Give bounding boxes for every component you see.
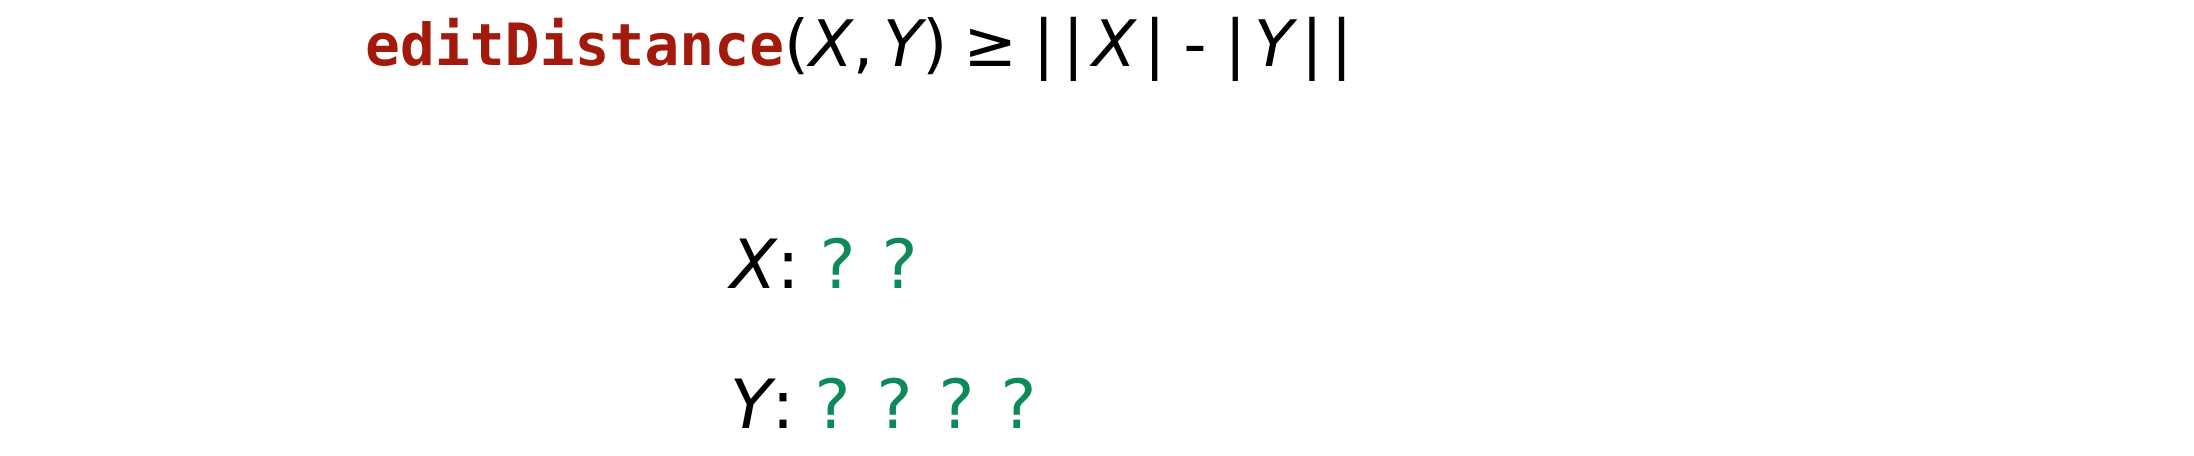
sequence-x: X : ? ? <box>730 220 920 310</box>
sequence-y-label: Y <box>730 365 772 445</box>
abs-bar-4: | <box>1301 8 1323 82</box>
sequence-y-symbols: ? ? ? ? <box>812 366 1038 445</box>
sequence-x-symbols: ? ? <box>818 226 920 305</box>
abs-bar-1: | <box>1062 8 1084 82</box>
sequence-x-label: X <box>730 225 777 305</box>
outer-bar-left: | <box>1032 8 1055 82</box>
open-paren: ( <box>784 8 809 82</box>
abs-bar-3: | <box>1224 8 1247 82</box>
sequence-y-colon: : <box>771 365 795 445</box>
sequence-y: Y : ? ? ? ? <box>730 360 1038 450</box>
unknown-symbol: ? <box>814 365 851 445</box>
unknown-symbol: ? <box>876 365 913 445</box>
unknown-symbol: ? <box>1000 365 1037 445</box>
minus-sign: - <box>1183 8 1207 82</box>
function-name: editDistance <box>365 11 785 79</box>
arg-x: X <box>809 8 853 82</box>
abs-bar-2: | <box>1143 8 1166 82</box>
unknown-symbol: ? <box>819 225 856 305</box>
sequence-x-colon: : <box>776 225 800 305</box>
abs-y: Y <box>1254 8 1294 82</box>
arg-y: Y <box>883 8 923 82</box>
close-paren: ) <box>922 8 948 82</box>
edit-distance-inequality: editDistance ( X , Y ) ≥ | | X | - | Y |… <box>365 0 1352 90</box>
unknown-symbol: ? <box>881 225 918 305</box>
comma: , <box>852 8 874 82</box>
unknown-symbol: ? <box>938 365 975 445</box>
greater-equal-symbol: ≥ <box>963 8 1017 82</box>
abs-x: X <box>1092 8 1136 82</box>
outer-bar-right: | <box>1330 8 1353 82</box>
